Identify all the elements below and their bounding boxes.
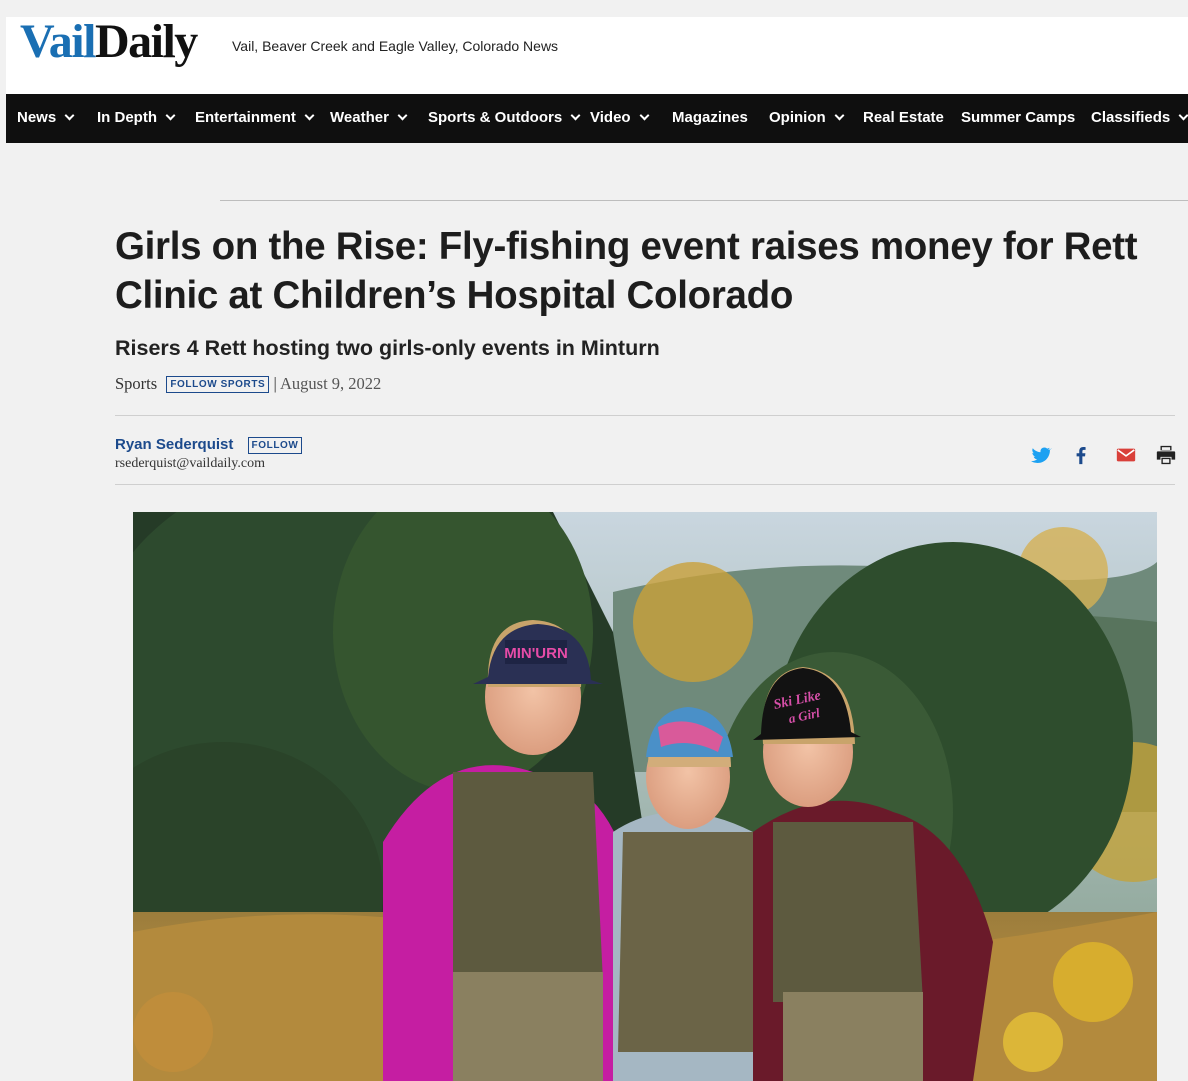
nav-item-summer-camps[interactable]: Summer Camps — [961, 94, 1075, 143]
author-byline: Ryan Sederquist FOLLOW — [115, 436, 303, 454]
article-subhead: Risers 4 Rett hosting two girls-only eve… — [115, 336, 660, 360]
facebook-icon[interactable] — [1070, 444, 1092, 466]
chevron-down-icon — [165, 110, 176, 121]
follow-author-button[interactable]: FOLLOW — [247, 437, 303, 454]
article-meta: Sports FOLLOW SPORTS | August 9, 2022 — [115, 374, 381, 396]
section-link[interactable]: Sports — [115, 374, 157, 393]
nav-item-entertainment[interactable]: Entertainment — [195, 94, 315, 143]
article-hero-photo[interactable]: MIN'URN Ski Like a Girl — [133, 512, 1157, 1081]
chevron-down-icon — [639, 110, 650, 121]
nav-item-weather[interactable]: Weather — [330, 94, 408, 143]
chevron-down-icon — [64, 110, 75, 121]
author-email[interactable]: rsederquist@vaildaily.com — [115, 456, 265, 472]
chevron-down-icon — [397, 110, 408, 121]
author-name-link[interactable]: Ryan Sederquist — [115, 436, 233, 453]
nav-item-classifieds[interactable]: Classifieds — [1091, 94, 1188, 143]
divider — [115, 484, 1175, 485]
nav-item-sports-outdoors[interactable]: Sports & Outdoors — [428, 94, 581, 143]
follow-section-button[interactable]: FOLLOW SPORTS — [166, 376, 270, 393]
divider — [220, 200, 1188, 201]
print-icon[interactable] — [1155, 444, 1177, 466]
nav-item-magazines[interactable]: Magazines — [672, 94, 748, 143]
nav-item-real-estate[interactable]: Real Estate — [863, 94, 944, 143]
site-tagline: Vail, Beaver Creek and Eagle Valley, Col… — [232, 38, 559, 54]
twitter-icon[interactable] — [1030, 444, 1052, 466]
meta-separator: | — [273, 374, 277, 393]
chevron-down-icon — [1178, 110, 1188, 121]
svg-text:MIN'URN: MIN'URN — [504, 645, 568, 662]
chevron-down-icon — [834, 110, 845, 121]
divider — [115, 415, 1175, 416]
article-headline: Girls on the Rise: Fly-fishing event rai… — [115, 225, 1138, 317]
publish-date: August 9, 2022 — [280, 374, 382, 393]
nav-item-in-depth[interactable]: In Depth — [97, 94, 176, 143]
chevron-down-icon — [304, 110, 315, 121]
nav-item-opinion[interactable]: Opinion — [769, 94, 845, 143]
chevron-down-icon — [570, 110, 581, 121]
main-nav: News In Depth Entertainment Weather Spor… — [6, 94, 1188, 143]
email-icon[interactable] — [1115, 444, 1137, 466]
nav-item-video[interactable]: Video — [590, 94, 650, 143]
nav-item-news[interactable]: News — [17, 94, 75, 143]
site-logo[interactable]: VailDaily — [20, 17, 198, 67]
masthead: VailDaily Vail, Beaver Creek and Eagle V… — [6, 17, 1188, 94]
